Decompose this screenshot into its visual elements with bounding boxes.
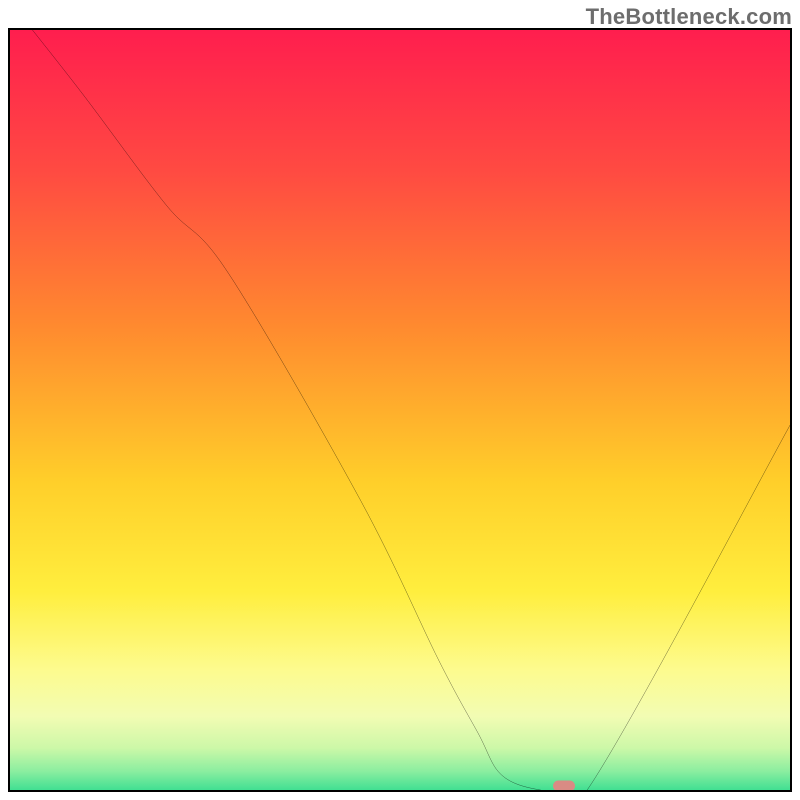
plot-area: [8, 28, 792, 792]
bottleneck-curve: [10, 30, 790, 790]
chart-container: TheBottleneck.com: [0, 0, 800, 800]
watermark-text: TheBottleneck.com: [586, 4, 792, 30]
sweet-spot-marker: [553, 781, 575, 792]
